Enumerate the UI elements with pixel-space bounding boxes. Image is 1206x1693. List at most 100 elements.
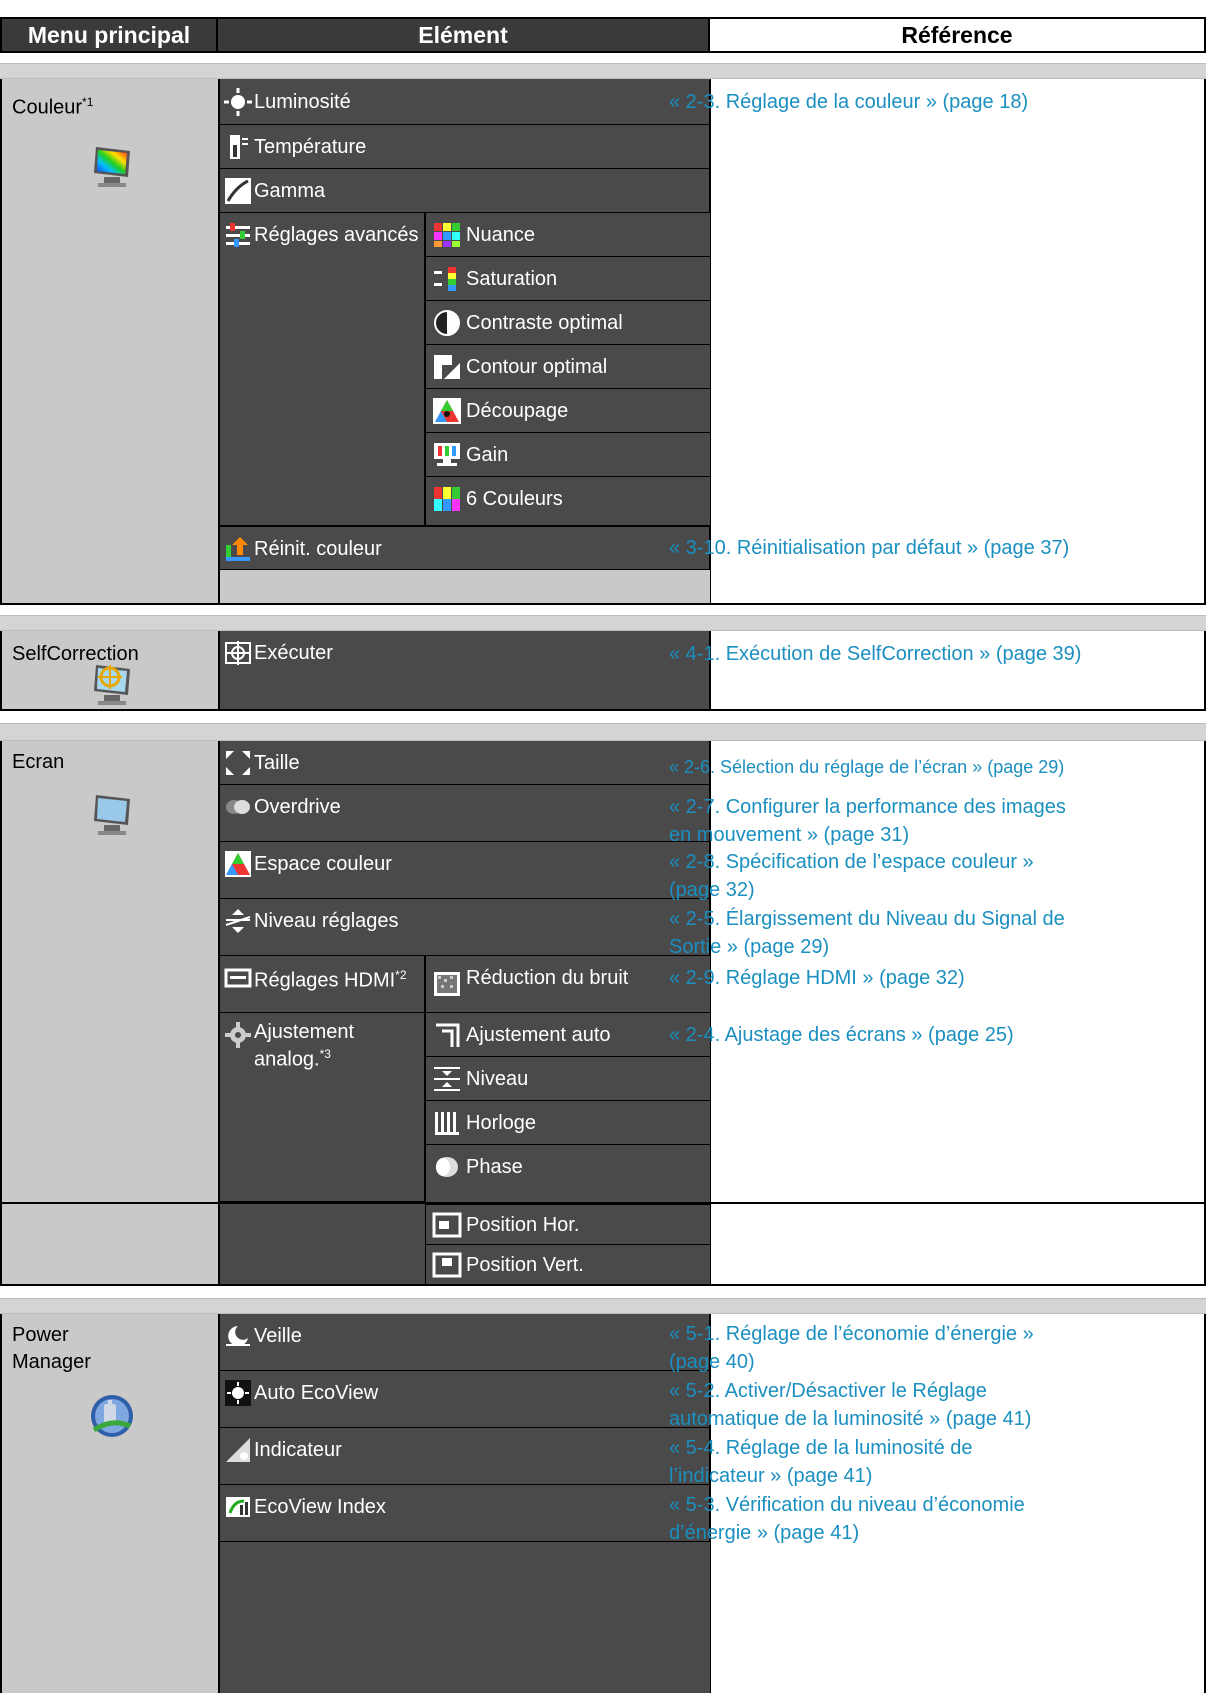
target-icon xyxy=(225,641,251,665)
phase-icon xyxy=(436,1157,458,1177)
level-adjust-icon xyxy=(225,909,251,933)
overdrive-icon xyxy=(226,800,250,814)
menu-couleur: Couleur*1 xyxy=(0,79,218,605)
selfcorrection-monitor-icon xyxy=(94,665,130,705)
ref-index-line2[interactable]: d’énergie » (page 41) xyxy=(669,1519,859,1547)
section-separator xyxy=(0,1298,1206,1314)
six-colors-icon xyxy=(434,487,460,511)
item-espace-couleur[interactable]: Espace couleur xyxy=(220,842,710,899)
analog-cont xyxy=(218,1204,425,1286)
menu-ecran: Ecran xyxy=(0,741,218,1204)
contrast-icon xyxy=(434,310,460,336)
sub-position-vert[interactable]: Position Vert. xyxy=(425,1245,710,1286)
menu-title-line1: Power xyxy=(12,1324,69,1346)
ref-veille-line1[interactable]: « 5-1. Réglage de l’économie d’énergie » xyxy=(669,1320,1034,1348)
menu-title-line2: Manager xyxy=(12,1351,91,1373)
screen-size-icon xyxy=(226,751,250,775)
item-auto-ecoview[interactable]: Auto EcoView xyxy=(220,1371,710,1428)
level-icon xyxy=(434,1067,460,1091)
header-reference: Référence xyxy=(710,17,1206,53)
ecoview-index-icon xyxy=(226,1497,250,1517)
color-reset-icon xyxy=(226,537,250,561)
color-monitor-icon xyxy=(94,147,130,187)
item-temperature[interactable]: Température xyxy=(220,125,710,169)
item-niveau-reglages[interactable]: Niveau réglages xyxy=(220,899,710,956)
hue-icon xyxy=(434,223,460,247)
ref-reglage-couleur[interactable]: « 2-3. Réglage de la couleur » (page 18) xyxy=(669,88,1028,116)
sub-6-couleurs[interactable]: 6 Couleurs xyxy=(425,477,710,526)
section-separator xyxy=(0,615,1206,631)
color-space-icon xyxy=(225,851,251,877)
brightness-icon xyxy=(224,88,252,116)
ref-niveau-line2[interactable]: Sortie » (page 29) xyxy=(669,933,829,961)
ref-overdrive-line1[interactable]: « 2-7. Configurer la performance des ima… xyxy=(669,793,1066,821)
ref-auto-line1[interactable]: « 5-2. Activer/Désactiver le Réglage xyxy=(669,1377,987,1405)
item-reinit-couleur[interactable]: Réinit. couleur xyxy=(220,526,710,570)
item-ajustement-analog[interactable]: Ajustement analog.*3 xyxy=(220,1013,425,1202)
ref-overdrive-line2[interactable]: en mouvement » (page 31) xyxy=(669,821,909,849)
gain-icon xyxy=(434,443,460,466)
item-luminosite[interactable]: Luminosité xyxy=(220,80,710,125)
sub-contraste[interactable]: Contraste optimal xyxy=(425,301,710,345)
item-indicateur[interactable]: Indicateur xyxy=(220,1428,710,1485)
item-executer[interactable]: Exécuter xyxy=(220,631,710,709)
ref-indicateur-line2[interactable]: l’indicateur » (page 41) xyxy=(669,1462,872,1490)
section-separator xyxy=(0,723,1206,741)
sub-phase[interactable]: Phase xyxy=(425,1145,710,1202)
ref-reinit[interactable]: « 3-10. Réinitialisation par défaut » (p… xyxy=(669,534,1069,562)
menu-title: Couleur*1 xyxy=(12,95,94,119)
ref-indicateur-line1[interactable]: « 5-4. Réglage de la luminosité de xyxy=(669,1434,973,1462)
sleep-moon-icon xyxy=(226,1326,250,1346)
clock-bars-icon xyxy=(435,1112,459,1135)
sub-position-hor[interactable]: Position Hor. xyxy=(425,1204,710,1245)
section-separator xyxy=(0,63,1206,79)
spacer xyxy=(220,570,710,603)
menu-selfcorrection: SelfCorrection xyxy=(0,631,218,711)
sub-decoupage[interactable]: Découpage xyxy=(425,389,710,433)
advanced-settings-icon xyxy=(226,223,250,247)
outline-icon xyxy=(434,355,460,379)
header-element: Elément xyxy=(218,17,710,53)
sub-saturation[interactable]: Saturation xyxy=(425,257,710,301)
ref-selfcorrection[interactable]: « 4-1. Exécution de SelfCorrection » (pa… xyxy=(669,640,1081,668)
ref-espace-line1[interactable]: « 2-8. Spécification de l’espace couleur… xyxy=(669,848,1034,876)
sub-nuance[interactable]: Nuance xyxy=(425,213,710,257)
sub-horloge[interactable]: Horloge xyxy=(425,1101,710,1145)
sub-ajustement-auto[interactable]: Ajustement auto xyxy=(425,1013,710,1057)
hdmi-icon xyxy=(224,968,252,988)
screen-monitor-icon xyxy=(94,795,130,835)
sub-gain[interactable]: Gain xyxy=(425,433,710,477)
ref-index-line1[interactable]: « 5-3. Vérification du niveau d’économie xyxy=(669,1491,1025,1519)
ref-taille[interactable]: « 2-6. Sélection du réglage de l’écran »… xyxy=(669,753,1064,781)
item-reglages-avances[interactable]: Réglages avancés xyxy=(220,213,425,526)
ref-auto-line2[interactable]: automatique de la luminosité » (page 41) xyxy=(669,1405,1031,1433)
clipping-icon xyxy=(433,398,461,424)
vertical-position-icon xyxy=(432,1252,462,1278)
item-reglages-hdmi[interactable]: Réglages HDMI*2 xyxy=(220,956,425,1013)
item-taille[interactable]: Taille xyxy=(220,741,710,785)
header-menu-principal: Menu principal xyxy=(0,17,218,53)
menu-power-manager: Power Manager xyxy=(0,1314,218,1693)
auto-adjust-icon xyxy=(436,1023,460,1047)
sub-contour[interactable]: Contour optimal xyxy=(425,345,710,389)
noise-reduction-icon xyxy=(434,972,460,996)
sub-niveau[interactable]: Niveau xyxy=(425,1057,710,1101)
power-manager-icon xyxy=(91,1395,133,1437)
ecran-ref-cont xyxy=(710,1204,1206,1286)
ref-niveau-line1[interactable]: « 2-5. Élargissement du Niveau du Signal… xyxy=(669,905,1065,933)
ref-veille-line2[interactable]: (page 40) xyxy=(669,1348,755,1376)
analog-adjust-icon xyxy=(225,1022,251,1048)
item-gamma[interactable]: Gamma xyxy=(220,169,710,213)
thermometer-icon xyxy=(230,135,248,159)
ref-hdmi[interactable]: « 2-9. Réglage HDMI » (page 32) xyxy=(669,964,965,992)
menu-title: Ecran xyxy=(12,751,65,773)
item-veille[interactable]: Veille xyxy=(220,1314,710,1371)
gamma-curve-icon xyxy=(225,178,251,204)
item-overdrive[interactable]: Overdrive xyxy=(220,785,710,842)
horizontal-position-icon xyxy=(432,1212,462,1238)
sub-reduction-bruit[interactable]: Réduction du bruit xyxy=(425,956,710,1013)
ref-analog[interactable]: « 2-4. Ajustage des écrans » (page 25) xyxy=(669,1021,1014,1049)
ref-espace-line2[interactable]: (page 32) xyxy=(669,876,755,904)
indicator-icon xyxy=(226,1438,250,1462)
item-ecoview-index[interactable]: EcoView Index xyxy=(220,1485,710,1542)
